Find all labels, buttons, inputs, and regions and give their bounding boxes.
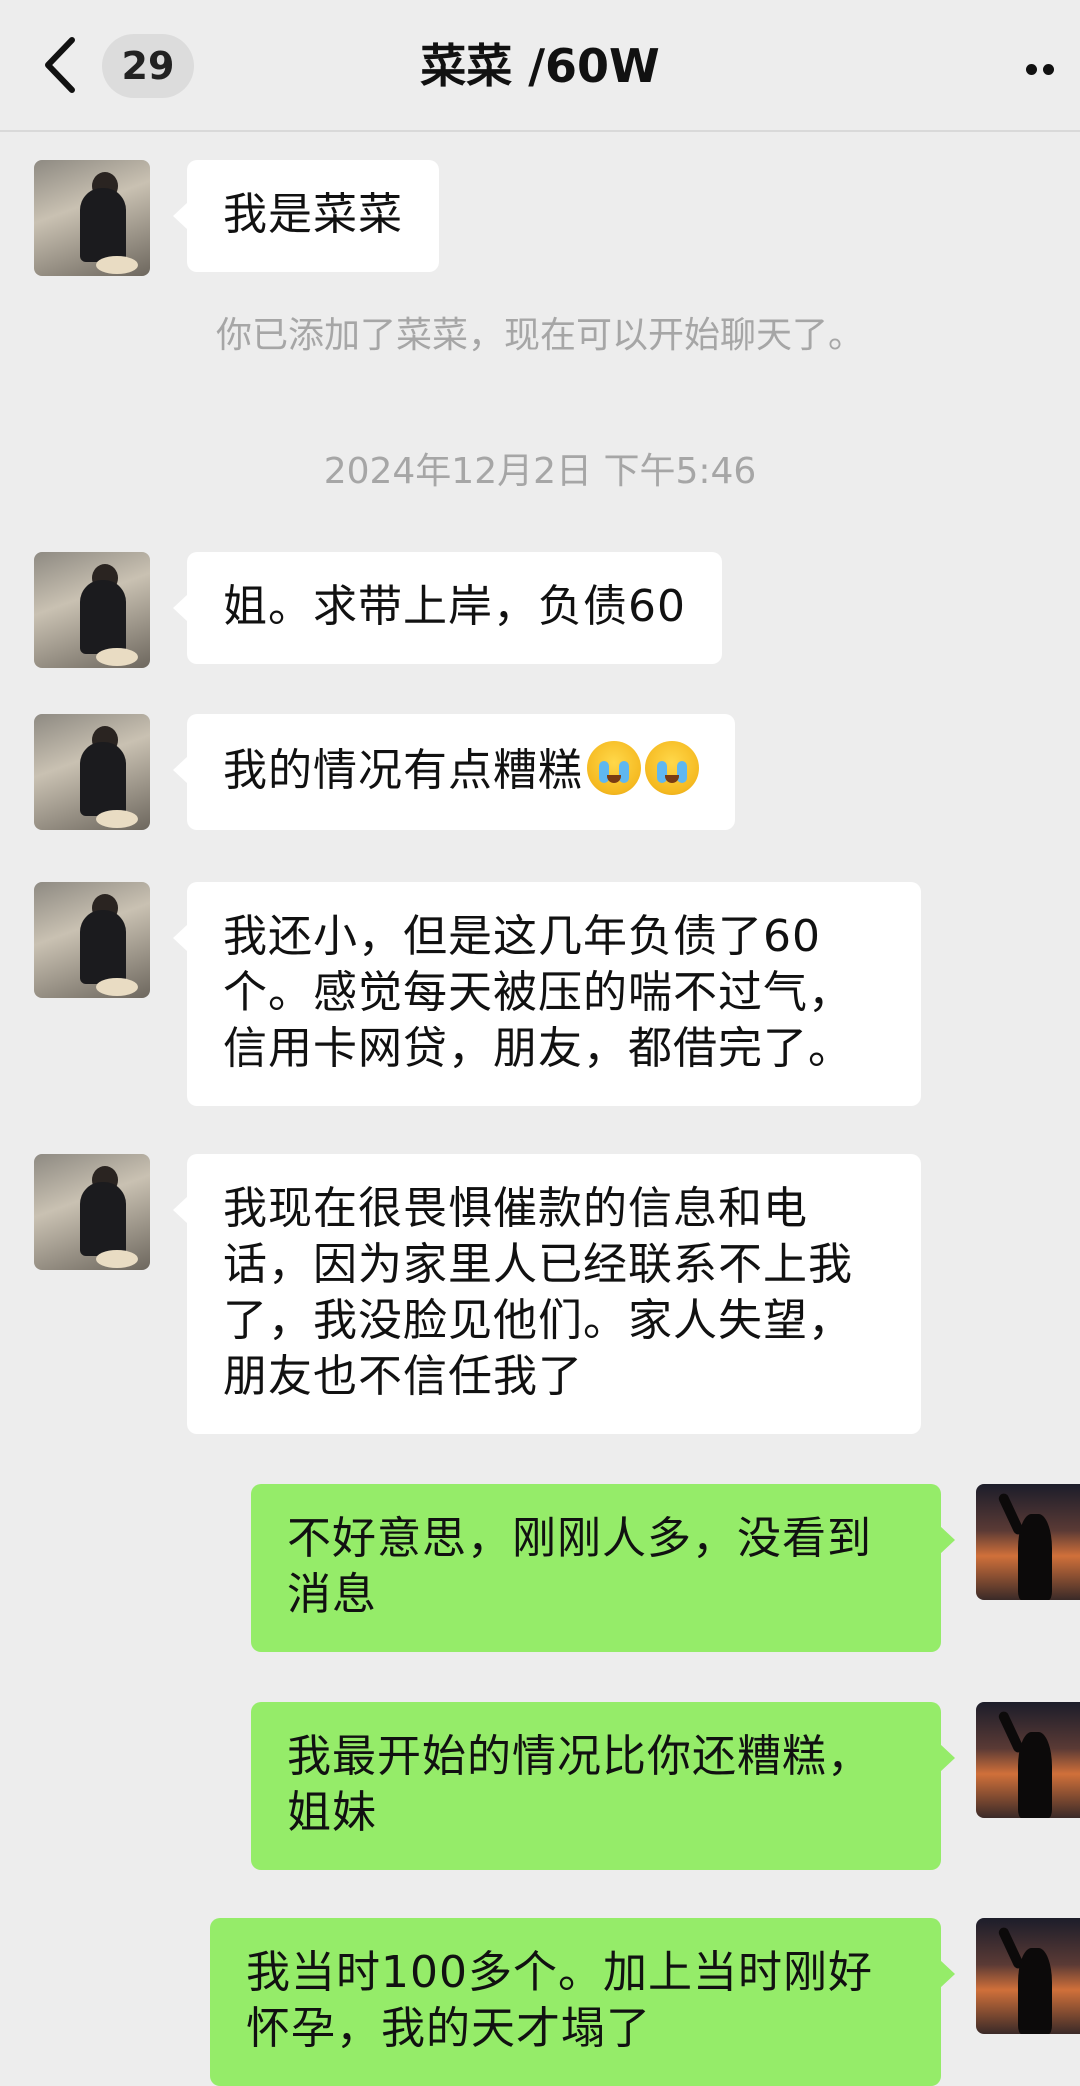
chat-title: 菜菜 /60W	[420, 39, 660, 93]
system-notice: 你已添加了菜菜，现在可以开始聊天了。	[215, 315, 864, 356]
contact-avatar[interactable]	[34, 1154, 150, 1270]
message-bubble-incoming[interactable]: 我现在很畏惧催款的信息和电话，因为家里人已经联系不上我了，我没脸见他们。家人失望…	[173, 1154, 921, 1434]
more-options-icon[interactable]	[1026, 60, 1066, 75]
cry-icon	[645, 741, 699, 795]
cry-icon	[587, 741, 641, 795]
contact-avatar[interactable]	[34, 714, 150, 830]
message-bubble-incoming[interactable]: 我的情况有点糟糕	[173, 714, 735, 830]
message-text: 我的情况有点糟糕	[223, 745, 583, 796]
message-bubble-incoming[interactable]: 我还小，但是这几年负债了60个。感觉每天被压的喘不过气，信用卡网贷，朋友，都借完…	[173, 882, 921, 1106]
message-bubble-incoming[interactable]: 我是菜菜	[173, 160, 439, 272]
my-avatar[interactable]	[976, 1918, 1080, 2034]
message-bubble-outgoing[interactable]: 我当时100多个。加上当时刚好怀孕，我的天才塌了	[210, 1918, 955, 2086]
message-bubble-incoming[interactable]: 姐。求带上岸，负债60	[173, 552, 722, 664]
contact-avatar[interactable]	[34, 552, 150, 668]
my-avatar[interactable]	[976, 1702, 1080, 1818]
contact-avatar[interactable]	[34, 882, 150, 998]
message-bubble-outgoing[interactable]: 我最开始的情况比你还糟糕，姐妹	[251, 1702, 955, 1870]
contact-avatar[interactable]	[34, 160, 150, 276]
message-timestamp: 2024年12月2日 下午5:46	[323, 451, 757, 492]
my-avatar[interactable]	[976, 1484, 1080, 1600]
chat-header: 29 菜菜 /60W	[0, 0, 1080, 132]
message-bubble-outgoing[interactable]: 不好意思，刚刚人多，没看到消息	[251, 1484, 955, 1652]
